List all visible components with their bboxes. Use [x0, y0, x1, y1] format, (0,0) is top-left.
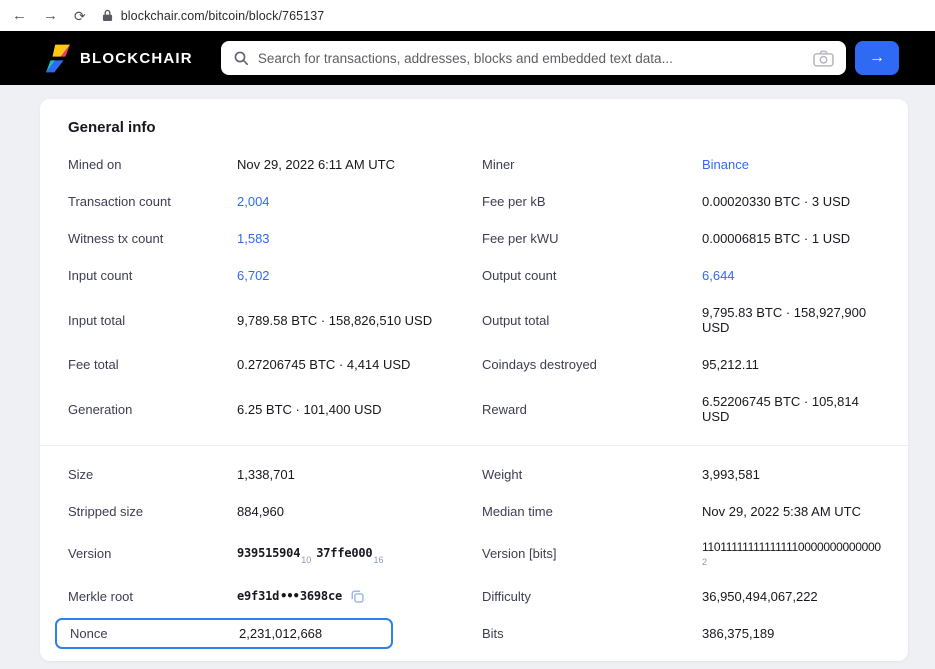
label-input-total: Input total — [68, 302, 237, 339]
value-nonce: 2,231,012,668 — [239, 623, 322, 644]
camera-icon[interactable] — [813, 50, 834, 67]
page-body: General info Mined on Nov 29, 2022 6:11 … — [0, 85, 935, 661]
site-header: BLOCKCHAIR → — [0, 31, 935, 85]
value-input-total: 9,789.58 BTC · 158,826,510 USD — [237, 302, 482, 339]
value-mined-on: Nov 29, 2022 6:11 AM UTC — [237, 146, 482, 183]
value-reward: 6.52206745 BTC · 105,814 USD — [702, 383, 882, 435]
version-decimal-base: 10 — [301, 555, 311, 565]
label-mined-on: Mined on — [68, 146, 237, 183]
value-witness-tx-count-link[interactable]: 1,583 — [237, 220, 482, 257]
merkle-root-end: 3698ce — [300, 589, 342, 603]
version-hex: 37ffe000 — [316, 546, 372, 560]
value-difficulty: 36,950,494,067,222 — [702, 578, 882, 615]
reload-icon[interactable]: ⟳ — [74, 9, 86, 23]
value-output-total: 9,795.83 BTC · 158,927,900 USD — [702, 294, 882, 346]
label-witness-tx-count: Witness tx count — [68, 220, 237, 257]
label-fee-total: Fee total — [68, 346, 237, 383]
info-grid-top: Mined on Nov 29, 2022 6:11 AM UTC Miner … — [68, 146, 882, 435]
label-difficulty: Difficulty — [482, 578, 702, 615]
label-miner: Miner — [482, 146, 702, 183]
label-nonce: Nonce — [70, 623, 239, 644]
general-info-card: General info Mined on Nov 29, 2022 6:11 … — [40, 99, 908, 661]
value-input-count-link[interactable]: 6,702 — [237, 257, 482, 294]
value-fee-per-kwu: 0.00006815 BTC · 1 USD — [702, 220, 882, 257]
lock-icon — [102, 9, 113, 22]
version-bits-base: 2 — [702, 556, 908, 570]
value-generation: 6.25 BTC · 101,400 USD — [237, 391, 482, 428]
value-miner-link[interactable]: Binance — [702, 146, 882, 183]
value-chainwork: 000000•••bd0142 — [237, 652, 482, 662]
value-output-count-link[interactable]: 6,644 — [702, 257, 882, 294]
label-fee-per-kb: Fee per kB — [482, 183, 702, 220]
brand-name: BLOCKCHAIR — [80, 50, 193, 67]
label-version: Version — [68, 535, 237, 572]
value-bits: 386,375,189 — [702, 615, 882, 652]
browser-chrome: ← → ⟳ blockchair.com/bitcoin/block/76513… — [0, 0, 935, 31]
label-output-count: Output count — [482, 257, 702, 294]
section-title: General info — [68, 119, 882, 136]
label-input-count: Input count — [68, 257, 237, 294]
search-input[interactable] — [258, 51, 804, 66]
label-weight: Weight — [482, 456, 702, 493]
label-reward: Reward — [482, 391, 702, 428]
blockchair-home-link[interactable]: BLOCKCHAIR — [46, 44, 193, 73]
value-coindays-destroyed: 95,212.11 — [702, 346, 882, 383]
search-submit-button[interactable]: → — [855, 41, 899, 75]
info-grid-bottom: Size 1,338,701 Weight 3,993,581 Stripped… — [68, 456, 882, 661]
value-version: 93951590410 37ffe00016 — [237, 534, 482, 574]
back-icon[interactable]: ← — [12, 8, 27, 23]
blockchair-logo-icon — [46, 44, 70, 73]
label-output-total: Output total — [482, 302, 702, 339]
copy-icon[interactable] — [350, 589, 365, 604]
merkle-root-ellipsis: ••• — [280, 589, 299, 603]
label-median-time: Median time — [482, 493, 702, 530]
url-text: blockchair.com/bitcoin/block/765137 — [121, 9, 325, 23]
label-bits: Bits — [482, 615, 702, 652]
version-hex-base: 16 — [373, 555, 383, 565]
label-fee-per-kwu: Fee per kWU — [482, 220, 702, 257]
nonce-highlight-box: Nonce 2,231,012,668 — [55, 618, 393, 649]
search-bar — [221, 41, 846, 75]
label-chainwork: Chainwork — [68, 652, 237, 662]
version-decimal: 939515904 — [237, 546, 300, 560]
label-generation: Generation — [68, 391, 237, 428]
label-merkle-root: Merkle root — [68, 578, 237, 615]
label-stripped-size: Stripped size — [68, 493, 237, 530]
value-median-time: Nov 29, 2022 5:38 AM UTC — [702, 493, 882, 530]
value-version-bits: 110111111111111110000000000000 2 — [702, 530, 908, 578]
merkle-root-start: e9f31d — [237, 589, 279, 603]
label-transaction-count: Transaction count — [68, 183, 237, 220]
label-coindays-destroyed: Coindays destroyed — [482, 346, 702, 383]
label-size: Size — [68, 456, 237, 493]
value-weight: 3,993,581 — [702, 456, 882, 493]
address-bar[interactable]: blockchair.com/bitcoin/block/765137 — [102, 9, 325, 23]
value-fee-per-kb: 0.00020330 BTC · 3 USD — [702, 183, 882, 220]
label-version-bits: Version [bits] — [482, 535, 702, 572]
arrow-right-icon: → — [869, 49, 885, 67]
version-bits-binary: 110111111111111110000000000000 — [702, 540, 881, 554]
forward-icon[interactable]: → — [43, 8, 58, 23]
empty-cell — [702, 659, 882, 661]
value-fee-total: 0.27206745 BTC · 4,414 USD — [237, 346, 482, 383]
value-transaction-count-link[interactable]: 2,004 — [237, 183, 482, 220]
empty-cell — [482, 659, 702, 661]
value-size: 1,338,701 — [237, 456, 482, 493]
value-stripped-size: 884,960 — [237, 493, 482, 530]
value-merkle-root: e9f31d•••3698ce — [237, 578, 482, 615]
search-icon — [233, 50, 249, 66]
section-divider — [40, 445, 908, 446]
